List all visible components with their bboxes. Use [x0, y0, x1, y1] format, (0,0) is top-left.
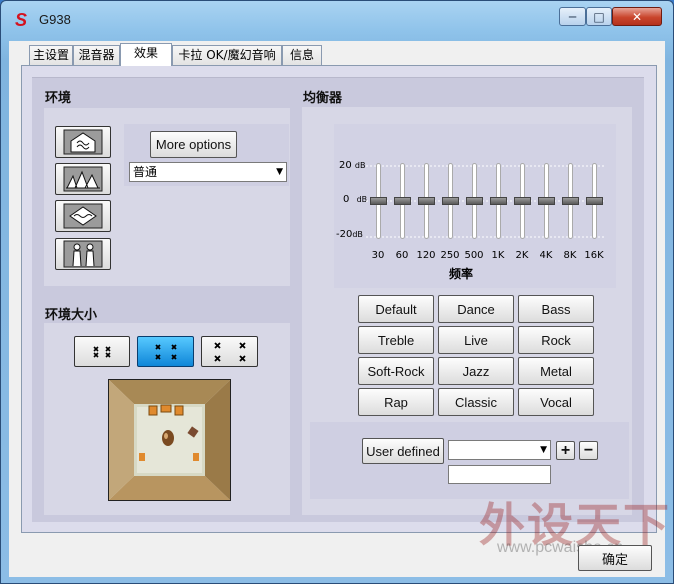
window-title: G938: [39, 12, 71, 27]
preset-name-input[interactable]: [448, 465, 551, 484]
environment-title: 环境: [45, 91, 72, 106]
eq-preset-button[interactable]: Live: [438, 326, 514, 354]
db-label-mid: 0 dB: [343, 194, 368, 205]
eq-frequency-label: 16K: [584, 250, 604, 261]
eq-preset-button[interactable]: Treble: [358, 326, 434, 354]
environment-preset-select[interactable]: 普通 ▼: [129, 162, 287, 182]
env-opera-button[interactable]: [55, 163, 111, 195]
room-size-medium-button[interactable]: [137, 336, 194, 367]
app-window: S G938 ─ □ ✕ 主设置 混音器 效果 卡拉 OK/魔幻音响 信息 环境: [0, 0, 674, 584]
eq-preset-button[interactable]: Dance: [438, 295, 514, 323]
small-room-icon: [93, 345, 111, 358]
maximize-button[interactable]: □: [586, 7, 612, 26]
environment-preset-value: 普通: [133, 165, 158, 179]
add-preset-button[interactable]: +: [556, 441, 575, 460]
close-button[interactable]: ✕: [612, 7, 662, 26]
eq-slider-knob[interactable]: [370, 197, 387, 205]
eq-preset-button[interactable]: Soft-Rock: [358, 357, 434, 385]
eq-preset-button[interactable]: Bass: [518, 295, 594, 323]
tab-effects[interactable]: 效果: [120, 43, 172, 66]
app-logo-icon: S: [15, 10, 28, 30]
more-options-button[interactable]: More options: [150, 131, 237, 158]
user-defined-button[interactable]: User defined: [362, 438, 444, 464]
eq-slider-knob[interactable]: [514, 197, 531, 205]
opera-house-icon: [63, 166, 103, 192]
eq-preset-button[interactable]: Rock: [518, 326, 594, 354]
medium-room-icon: [154, 343, 177, 360]
eq-slider-knob[interactable]: [586, 197, 603, 205]
db-label-bottom: -20dB: [336, 229, 363, 240]
tab-main-settings[interactable]: 主设置: [29, 45, 73, 65]
title-bar[interactable]: S G938 ─ □ ✕: [1, 1, 673, 35]
tab-karaoke[interactable]: 卡拉 OK/魔幻音响: [172, 45, 282, 65]
minimize-button[interactable]: ─: [559, 7, 586, 26]
concert-hall-icon: [63, 240, 103, 268]
chevron-down-icon: ▼: [276, 167, 283, 177]
room-size-title: 环境大小: [45, 308, 98, 323]
room-size-small-button[interactable]: [74, 336, 130, 367]
eq-slider-knob[interactable]: [418, 197, 435, 205]
room-visualization-icon: [109, 380, 230, 500]
room-preview: [108, 379, 231, 501]
eq-preset-button[interactable]: Jazz: [438, 357, 514, 385]
eq-slider-knob[interactable]: [538, 197, 555, 205]
eq-slider-knob[interactable]: [490, 197, 507, 205]
eq-preset-button[interactable]: Default: [358, 295, 434, 323]
remove-preset-button[interactable]: −: [579, 441, 598, 460]
eq-preset-button[interactable]: Rap: [358, 388, 434, 416]
eq-slider-knob[interactable]: [466, 197, 483, 205]
env-hall-button[interactable]: [55, 238, 111, 270]
eq-preset-button[interactable]: Classic: [438, 388, 514, 416]
env-underwater-button[interactable]: [55, 200, 111, 232]
env-bathroom-button[interactable]: [55, 126, 111, 158]
underwater-icon: [63, 203, 103, 229]
eq-axis-label: 频率: [449, 267, 474, 281]
eq-preset-button[interactable]: Vocal: [518, 388, 594, 416]
eq-slider-knob[interactable]: [394, 197, 411, 205]
equalizer-title: 均衡器: [303, 91, 343, 106]
large-room-icon: [213, 341, 246, 362]
eq-slider-knob[interactable]: [442, 197, 459, 205]
ok-button[interactable]: 确定: [578, 545, 652, 571]
bathroom-icon: [63, 129, 103, 155]
tab-info[interactable]: 信息: [282, 45, 322, 65]
user-defined-box: [310, 422, 629, 499]
db-label-top: 20 dB: [339, 160, 366, 171]
eq-slider-knob[interactable]: [562, 197, 579, 205]
room-size-large-button[interactable]: [201, 336, 258, 367]
user-preset-select[interactable]: ▼: [448, 440, 551, 460]
chevron-down-icon: ▼: [540, 445, 547, 455]
eq-preset-button[interactable]: Metal: [518, 357, 594, 385]
tab-mixer[interactable]: 混音器: [73, 45, 120, 65]
